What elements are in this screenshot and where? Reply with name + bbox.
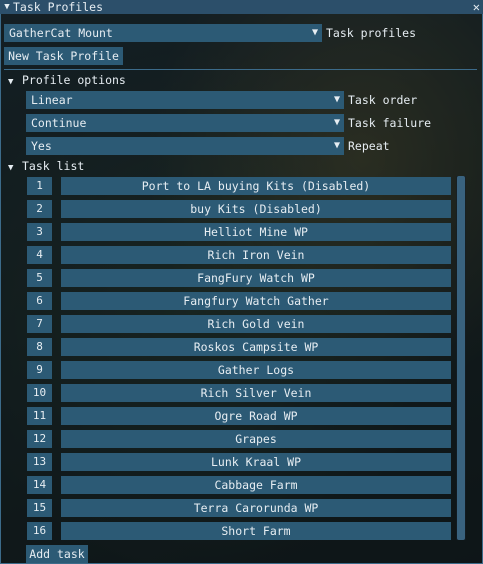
- task-button[interactable]: buy Kits (Disabled): [61, 200, 451, 218]
- task-button[interactable]: Short Farm: [61, 522, 451, 540]
- task-list-scrollbar[interactable]: [456, 176, 466, 540]
- chevron-down-icon: ▼: [311, 27, 318, 38]
- triangle-down-icon: ▼: [8, 163, 14, 173]
- task-number-button[interactable]: 8: [27, 338, 52, 356]
- task-number-button[interactable]: 16: [27, 522, 52, 540]
- task-button[interactable]: FangFury Watch WP: [61, 269, 451, 287]
- repeat-value: Yes: [31, 139, 52, 153]
- task-number-button[interactable]: 15: [27, 499, 52, 517]
- task-number-button[interactable]: 14: [27, 476, 52, 494]
- add-task-button[interactable]: Add task: [26, 545, 88, 563]
- chevron-down-icon: ▼: [333, 117, 340, 128]
- task-number-button[interactable]: 7: [27, 315, 52, 333]
- task-row: 8 Roskos Campsite WP: [27, 338, 451, 356]
- task-number-button[interactable]: 9: [27, 361, 52, 379]
- task-order-select[interactable]: Linear ▼: [26, 91, 344, 109]
- task-row: 10 Rich Silver Vein: [27, 384, 451, 402]
- task-number-button[interactable]: 10: [27, 384, 52, 402]
- task-row: 3 Helliot Mine WP: [27, 223, 451, 241]
- repeat-label: Repeat: [348, 139, 390, 153]
- task-button[interactable]: Port to LA buying Kits (Disabled): [61, 177, 451, 195]
- task-row: 4 Rich Iron Vein: [27, 246, 451, 264]
- task-row: 14 Cabbage Farm: [27, 476, 451, 494]
- task-button[interactable]: Fangfury Watch Gather: [61, 292, 451, 310]
- task-button[interactable]: Terra Carorunda WP: [61, 499, 451, 517]
- new-task-profile-button[interactable]: New Task Profile: [4, 47, 123, 65]
- task-row: 13 Lunk Kraal WP: [27, 453, 451, 471]
- task-row: 1 Port to LA buying Kits (Disabled): [27, 177, 451, 195]
- task-number-button[interactable]: 2: [27, 200, 52, 218]
- task-order-label: Task order: [348, 93, 418, 107]
- task-number-button[interactable]: 4: [27, 246, 52, 264]
- task-button[interactable]: Cabbage Farm: [61, 476, 451, 494]
- repeat-select[interactable]: Yes ▼: [26, 137, 344, 155]
- close-icon[interactable]: ✕: [473, 0, 480, 14]
- triangle-down-icon: ▼: [8, 77, 14, 87]
- task-button[interactable]: Grapes: [61, 430, 451, 448]
- scrollbar-thumb[interactable]: [457, 176, 465, 540]
- task-number-button[interactable]: 5: [27, 269, 52, 287]
- task-row: 9 Gather Logs: [27, 361, 451, 379]
- task-failure-select[interactable]: Continue ▼: [26, 114, 344, 132]
- task-button[interactable]: Roskos Campsite WP: [61, 338, 451, 356]
- task-number-button[interactable]: 12: [27, 430, 52, 448]
- chevron-down-icon: ▼: [333, 140, 340, 151]
- task-failure-label: Task failure: [348, 116, 432, 130]
- task-number-button[interactable]: 3: [27, 223, 52, 241]
- task-row: 5 FangFury Watch WP: [27, 269, 451, 287]
- task-row: 2 buy Kits (Disabled): [27, 200, 451, 218]
- title-bar[interactable]: ▼ Task Profiles ✕: [0, 0, 483, 14]
- task-row: 6 Fangfury Watch Gather: [27, 292, 451, 310]
- task-button[interactable]: Helliot Mine WP: [61, 223, 451, 241]
- task-row: 12 Grapes: [27, 430, 451, 448]
- profile-select-label: Task profiles: [326, 26, 417, 40]
- task-button[interactable]: Gather Logs: [61, 361, 451, 379]
- task-list-label: Task list: [22, 159, 85, 173]
- collapse-icon[interactable]: ▼: [1, 2, 13, 12]
- profile-select[interactable]: GatherCat Mount ▼: [4, 24, 322, 42]
- profile-select-value: GatherCat Mount: [9, 26, 113, 40]
- window-title: Task Profiles: [13, 0, 104, 14]
- task-row: 16 Short Farm: [27, 522, 451, 540]
- task-number-button[interactable]: 11: [27, 407, 52, 425]
- task-button[interactable]: Rich Gold vein: [61, 315, 451, 333]
- task-row: 15 Terra Carorunda WP: [27, 499, 451, 517]
- task-number-button[interactable]: 13: [27, 453, 52, 471]
- task-failure-value: Continue: [31, 116, 87, 130]
- task-list-header[interactable]: ▼ Task list: [8, 159, 84, 175]
- task-button[interactable]: Lunk Kraal WP: [61, 453, 451, 471]
- task-number-button[interactable]: 6: [27, 292, 52, 310]
- task-row: 11 Ogre Road WP: [27, 407, 451, 425]
- task-button[interactable]: Rich Iron Vein: [61, 246, 451, 264]
- task-number-button[interactable]: 1: [27, 177, 52, 195]
- chevron-down-icon: ▼: [333, 94, 340, 105]
- profile-options-header[interactable]: ▼ Profile options: [8, 73, 126, 89]
- task-order-value: Linear: [31, 93, 73, 107]
- task-profiles-window: ▼ Task Profiles ✕ GatherCat Mount ▼ Task…: [0, 0, 483, 564]
- task-button[interactable]: Rich Silver Vein: [61, 384, 451, 402]
- task-button[interactable]: Ogre Road WP: [61, 407, 451, 425]
- profile-options-label: Profile options: [22, 73, 126, 87]
- divider: [4, 69, 477, 70]
- task-row: 7 Rich Gold vein: [27, 315, 451, 333]
